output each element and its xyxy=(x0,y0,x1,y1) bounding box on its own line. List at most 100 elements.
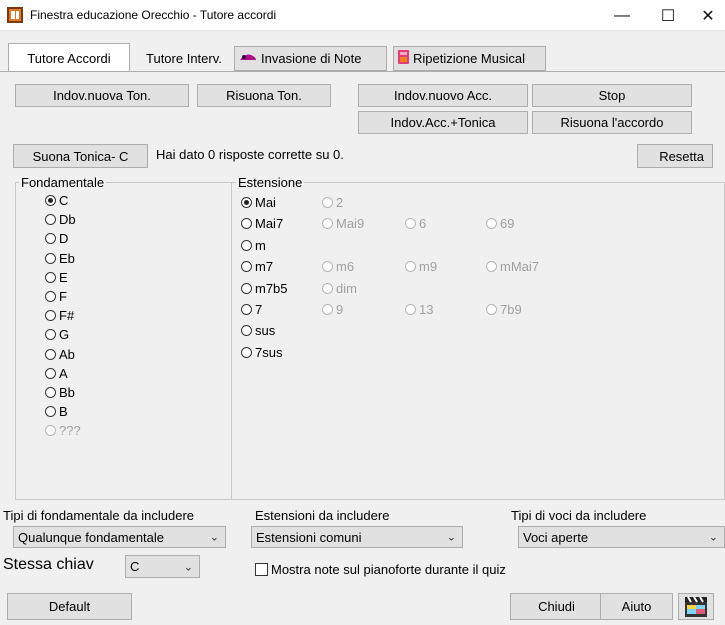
root-option-unknown[interactable]: ??? xyxy=(45,423,81,438)
extension-option-13[interactable]: 13 xyxy=(405,302,433,317)
extension-option-sus[interactable]: sus xyxy=(241,323,275,338)
extension-panel-label: Estensione xyxy=(236,175,305,190)
radio-label: A xyxy=(59,365,68,381)
guess-chord-key-button[interactable]: Indov.Acc.+Tonica xyxy=(358,111,528,134)
tab-chord-tutor[interactable]: Tutore Accordi xyxy=(8,43,130,72)
extension-option-mai[interactable]: Mai xyxy=(241,195,276,210)
radio-indicator xyxy=(405,304,416,315)
root-option-b[interactable]: B xyxy=(45,404,68,419)
extension-option-2[interactable]: 2 xyxy=(322,195,343,210)
video-help-button[interactable] xyxy=(678,593,714,620)
extension-option-m[interactable]: m xyxy=(241,238,266,253)
minimize-button[interactable]: — xyxy=(599,0,645,31)
radio-indicator xyxy=(322,197,333,208)
extension-option-m7b5[interactable]: m7b5 xyxy=(241,281,288,296)
radio-indicator xyxy=(45,252,56,264)
radio-label: Mai9 xyxy=(336,216,365,232)
radio-label: D xyxy=(59,231,69,247)
radio-label: m7 xyxy=(255,259,274,275)
radio-indicator xyxy=(322,282,333,294)
stop-button[interactable]: Stop xyxy=(532,84,692,107)
radio-label: 13 xyxy=(419,302,434,317)
tab-musical-repeat-label: Ripetizione Musical xyxy=(413,51,525,66)
replay-chord-button[interactable]: Risuona l'accordo xyxy=(532,111,692,134)
root-option-bb[interactable]: Bb xyxy=(45,385,75,400)
extension-option-m9[interactable]: m9 xyxy=(405,259,437,274)
help-button[interactable]: Aiuto xyxy=(600,593,673,620)
radio-indicator xyxy=(486,261,497,273)
root-option-db[interactable]: Db xyxy=(45,212,76,227)
root-option-e[interactable]: E xyxy=(45,270,68,285)
extension-option-7sus[interactable]: 7sus xyxy=(241,345,282,360)
reset-button[interactable]: Resetta xyxy=(637,144,713,168)
root-option-d[interactable]: D xyxy=(45,231,68,246)
radio-label: ??? xyxy=(59,423,81,439)
close-window-button[interactable]: ✕ xyxy=(691,0,725,31)
radio-indicator xyxy=(45,425,56,437)
radio-label: E xyxy=(59,269,68,285)
show-piano-label: Mostra note sul pianoforte durante il qu… xyxy=(271,562,506,577)
extension-option-mai7[interactable]: Mai7 xyxy=(241,216,283,231)
same-key-dropdown[interactable]: C ⌄ xyxy=(125,555,200,578)
radio-label: F# xyxy=(59,308,75,324)
guess-new-chord-button[interactable]: Indov.nuovo Acc. xyxy=(358,84,528,107)
extension-option-mai9[interactable]: Mai9 xyxy=(322,216,364,231)
root-option-f[interactable]: F xyxy=(45,289,67,304)
replay-key-button[interactable]: Risuona Ton. xyxy=(197,84,331,107)
radio-label: C xyxy=(59,193,69,208)
show-piano-option[interactable]: Mostra note sul pianoforte durante il qu… xyxy=(255,562,506,577)
extensions-label: Estensioni da includere xyxy=(255,508,390,523)
radio-indicator xyxy=(486,218,497,230)
radio-label: 2 xyxy=(336,195,344,210)
radio-indicator xyxy=(45,406,56,418)
music-book-icon xyxy=(398,50,409,67)
tab-interval-tutor[interactable]: Tutore Interv. xyxy=(141,45,234,71)
root-types-label: Tipi di fondamentale da includere xyxy=(3,508,195,523)
radio-label: Mai7 xyxy=(255,216,284,232)
tab-musical-repeat[interactable]: Ripetizione Musical xyxy=(393,46,546,71)
voicing-dropdown[interactable]: Voci aperte ⌄ xyxy=(518,526,725,548)
root-option-ab[interactable]: Ab xyxy=(45,347,75,362)
show-piano-checkbox[interactable] xyxy=(255,563,268,576)
clapperboard-icon xyxy=(684,595,708,618)
extension-option-mmai7[interactable]: mMai7 xyxy=(486,259,539,274)
extension-option-69[interactable]: 69 xyxy=(486,216,514,231)
root-option-c[interactable]: C xyxy=(45,193,68,208)
extension-option-9[interactable]: 9 xyxy=(322,302,343,317)
extension-option-6[interactable]: 6 xyxy=(405,216,426,231)
radio-indicator xyxy=(241,346,252,358)
root-option-a[interactable]: A xyxy=(45,366,68,381)
maximize-button[interactable]: ☐ xyxy=(645,0,691,31)
default-button[interactable]: Default xyxy=(7,593,132,620)
extensions-value: Estensioni comuni xyxy=(256,529,362,545)
root-option-g[interactable]: G xyxy=(45,327,69,342)
extension-option-m6[interactable]: m6 xyxy=(322,259,354,274)
chevron-down-icon: ⌄ xyxy=(183,561,193,573)
extension-option-7[interactable]: 7 xyxy=(241,302,262,317)
extension-option-m7[interactable]: m7 xyxy=(241,259,273,274)
extension-option-7b9[interactable]: 7b9 xyxy=(486,302,522,317)
extension-panel xyxy=(231,182,725,500)
chevron-down-icon: ⌄ xyxy=(209,531,219,544)
window-title: Finestra educazione Orecchio - Tutore ac… xyxy=(30,8,277,22)
radio-indicator xyxy=(241,261,252,273)
guess-new-key-button[interactable]: Indov.nuova Ton. xyxy=(15,84,189,107)
extension-option-dim[interactable]: dim xyxy=(322,281,357,296)
radio-indicator xyxy=(241,218,252,230)
tab-note-invasion[interactable]: Invasione di Note xyxy=(234,46,387,71)
chevron-down-icon: ⌄ xyxy=(446,531,456,544)
score-text: Hai dato 0 risposte corrette su 0. xyxy=(156,147,344,162)
root-types-dropdown[interactable]: Qualunque fondamentale ⌄ xyxy=(13,526,226,548)
radio-label: 7b9 xyxy=(500,302,522,317)
radio-indicator xyxy=(45,214,56,226)
radio-label: F xyxy=(59,289,67,304)
close-button[interactable]: Chiudi xyxy=(510,593,603,620)
app-icon xyxy=(7,7,23,23)
same-key-label: Stessa chiav xyxy=(3,556,94,573)
root-option-fsharp[interactable]: F# xyxy=(45,308,74,323)
voicing-label: Tipi di voci da includere xyxy=(511,508,647,523)
radio-indicator xyxy=(241,304,252,315)
play-key-button[interactable]: Suona Tonica- C xyxy=(13,144,148,168)
extensions-dropdown[interactable]: Estensioni comuni ⌄ xyxy=(251,526,463,548)
root-option-eb[interactable]: Eb xyxy=(45,251,75,266)
